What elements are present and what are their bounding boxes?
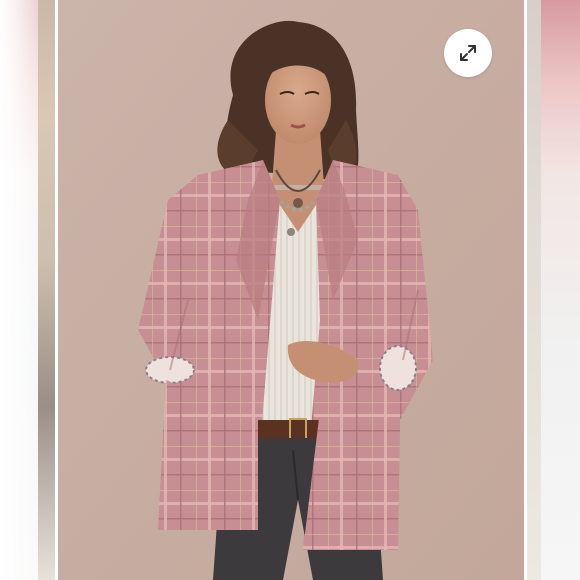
image-gallery-viewer bbox=[0, 0, 580, 580]
next-image-edge bbox=[527, 0, 541, 580]
previous-image-thumbnail[interactable] bbox=[0, 0, 55, 580]
expand-image-button[interactable] bbox=[444, 29, 492, 77]
expand-arrows-icon bbox=[460, 45, 476, 61]
main-product-image[interactable] bbox=[58, 0, 524, 580]
model-photo bbox=[58, 0, 524, 580]
previous-image-edge bbox=[38, 0, 55, 580]
previous-image-fade bbox=[0, 0, 38, 580]
next-image-thumbnail[interactable] bbox=[527, 0, 580, 580]
